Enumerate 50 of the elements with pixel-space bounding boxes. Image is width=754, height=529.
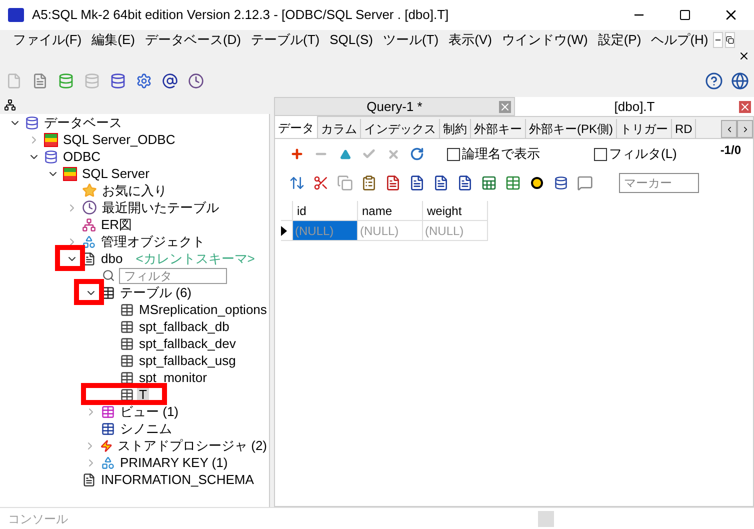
tab[interactable]: 外部キー(PK側)	[526, 119, 617, 138]
tree-item[interactable]: テーブル (6)	[118, 282, 194, 302]
tree-item[interactable]: ER図	[99, 214, 134, 234]
tree-item[interactable]: ストアドプロシージャ (2)	[116, 436, 269, 456]
tab[interactable]: RD	[672, 119, 696, 138]
schema-note: <カレントスキーマ>	[136, 250, 255, 268]
tree-item[interactable]: INFORMATION_SCHEMA	[99, 470, 256, 490]
window-title: A5:SQL Mk-2 64bit edition Version 2.12.3 - [ODBC/SQL Server . [dbo].T]	[32, 6, 449, 24]
tab[interactable]: 外部キー	[471, 119, 526, 138]
menu-item[interactable]: ツール(T)	[378, 30, 444, 50]
document-tab[interactable]: Query-1 *	[274, 97, 515, 116]
tree-item[interactable]: データベース	[42, 114, 124, 132]
checkbox-label: 論理名で表示	[462, 145, 540, 164]
tree-item[interactable]: PRIMARY KEY (1)	[118, 452, 230, 472]
menu-item[interactable]: 編集(E)	[86, 30, 140, 50]
menu-item[interactable]: テーブル(T)	[246, 30, 325, 50]
tree-item[interactable]: ODBC	[61, 146, 103, 166]
tree-item[interactable]: お気に入り	[100, 180, 169, 200]
tab[interactable]: トリガー	[617, 119, 672, 138]
tab[interactable]: インデックス	[361, 119, 440, 138]
tree-item[interactable]: dbo	[99, 248, 125, 268]
tab[interactable]: 制約	[440, 119, 471, 138]
tab[interactable]: データ	[275, 116, 318, 138]
menu-item[interactable]: ファイル(F)	[8, 30, 87, 50]
menu-item[interactable]: データベース(D)	[140, 30, 246, 50]
tree-item[interactable]: spt_fallback_db	[137, 316, 232, 336]
tree-item[interactable]: ビュー (1)	[118, 402, 180, 422]
checkbox-label: フィルタ(L)	[609, 145, 677, 164]
document-tab[interactable]: [dbo].T	[515, 97, 754, 116]
menu-item[interactable]: 表示(V)	[444, 30, 497, 50]
tree-item[interactable]: spt_fallback_dev	[137, 334, 238, 354]
tree-item[interactable]: spt_fallback_usg	[137, 350, 238, 370]
tree-item[interactable]: SQL Server_ODBC	[61, 130, 178, 150]
console-label: コンソール	[8, 510, 68, 528]
column-header[interactable]: weight	[423, 201, 488, 221]
tab[interactable]: カラム	[318, 119, 361, 138]
tree-item[interactable]: 管理オブジェクト	[99, 232, 207, 252]
tree-item[interactable]: シノニム	[118, 418, 174, 438]
menu-item[interactable]: ウインドウ(W)	[496, 30, 593, 50]
tree-item[interactable]: spt_monitor	[137, 368, 209, 388]
menu-item[interactable]: SQL(S)	[324, 30, 378, 50]
column-header[interactable]: name	[358, 201, 423, 221]
menu-item[interactable]: ヘルプ(H)	[646, 30, 714, 50]
record-count: -1/0	[720, 142, 741, 159]
menu-item[interactable]: 設定(P)	[592, 30, 646, 50]
filter-field[interactable]: フィルタ	[119, 268, 227, 284]
marker-field[interactable]: マーカー	[619, 173, 699, 193]
tree-item[interactable]: MSreplication_options	[137, 300, 269, 320]
tree-item[interactable]: 最近開いたテーブル	[100, 198, 221, 218]
tree-item[interactable]: SQL Server	[80, 164, 152, 184]
